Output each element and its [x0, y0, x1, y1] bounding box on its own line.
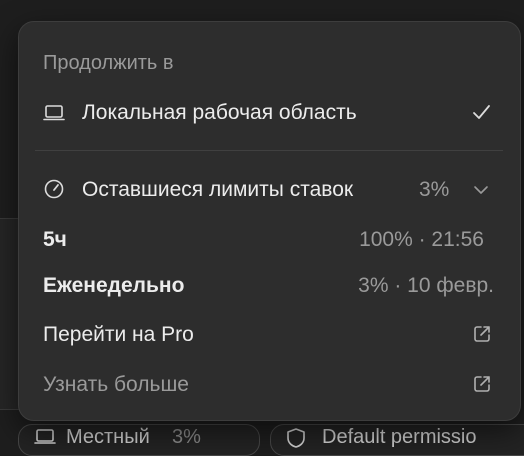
limit-weekly-value: 3% · 10 февр.	[358, 274, 494, 297]
external-link-icon	[472, 324, 492, 349]
workspace-option-label: Локальная рабочая область	[82, 101, 357, 124]
external-link-icon	[472, 374, 492, 399]
menu-divider	[35, 150, 503, 151]
learn-more-label: Узнать больше	[43, 373, 189, 396]
checkmark-icon	[471, 102, 491, 127]
limit-weekly-label: Еженедельно	[43, 274, 185, 297]
chevron-down-icon[interactable]	[471, 180, 491, 205]
upgrade-pro-label: Перейти на Pro	[43, 323, 194, 346]
laptop-icon	[34, 427, 56, 450]
menu-heading: Продолжить в	[43, 52, 174, 74]
limit-5h-value: 100% · 21:56	[359, 228, 484, 251]
laptop-icon	[43, 104, 65, 127]
shield-icon	[285, 427, 307, 454]
rate-limits-percent: 3%	[419, 178, 450, 201]
gauge-icon	[43, 178, 65, 205]
rate-limits-label: Оставшиеся лимиты ставок	[82, 178, 354, 201]
continue-in-menu: Продолжить в Локальная рабочая область О…	[18, 21, 521, 421]
limit-5h-label: 5ч	[43, 228, 67, 251]
